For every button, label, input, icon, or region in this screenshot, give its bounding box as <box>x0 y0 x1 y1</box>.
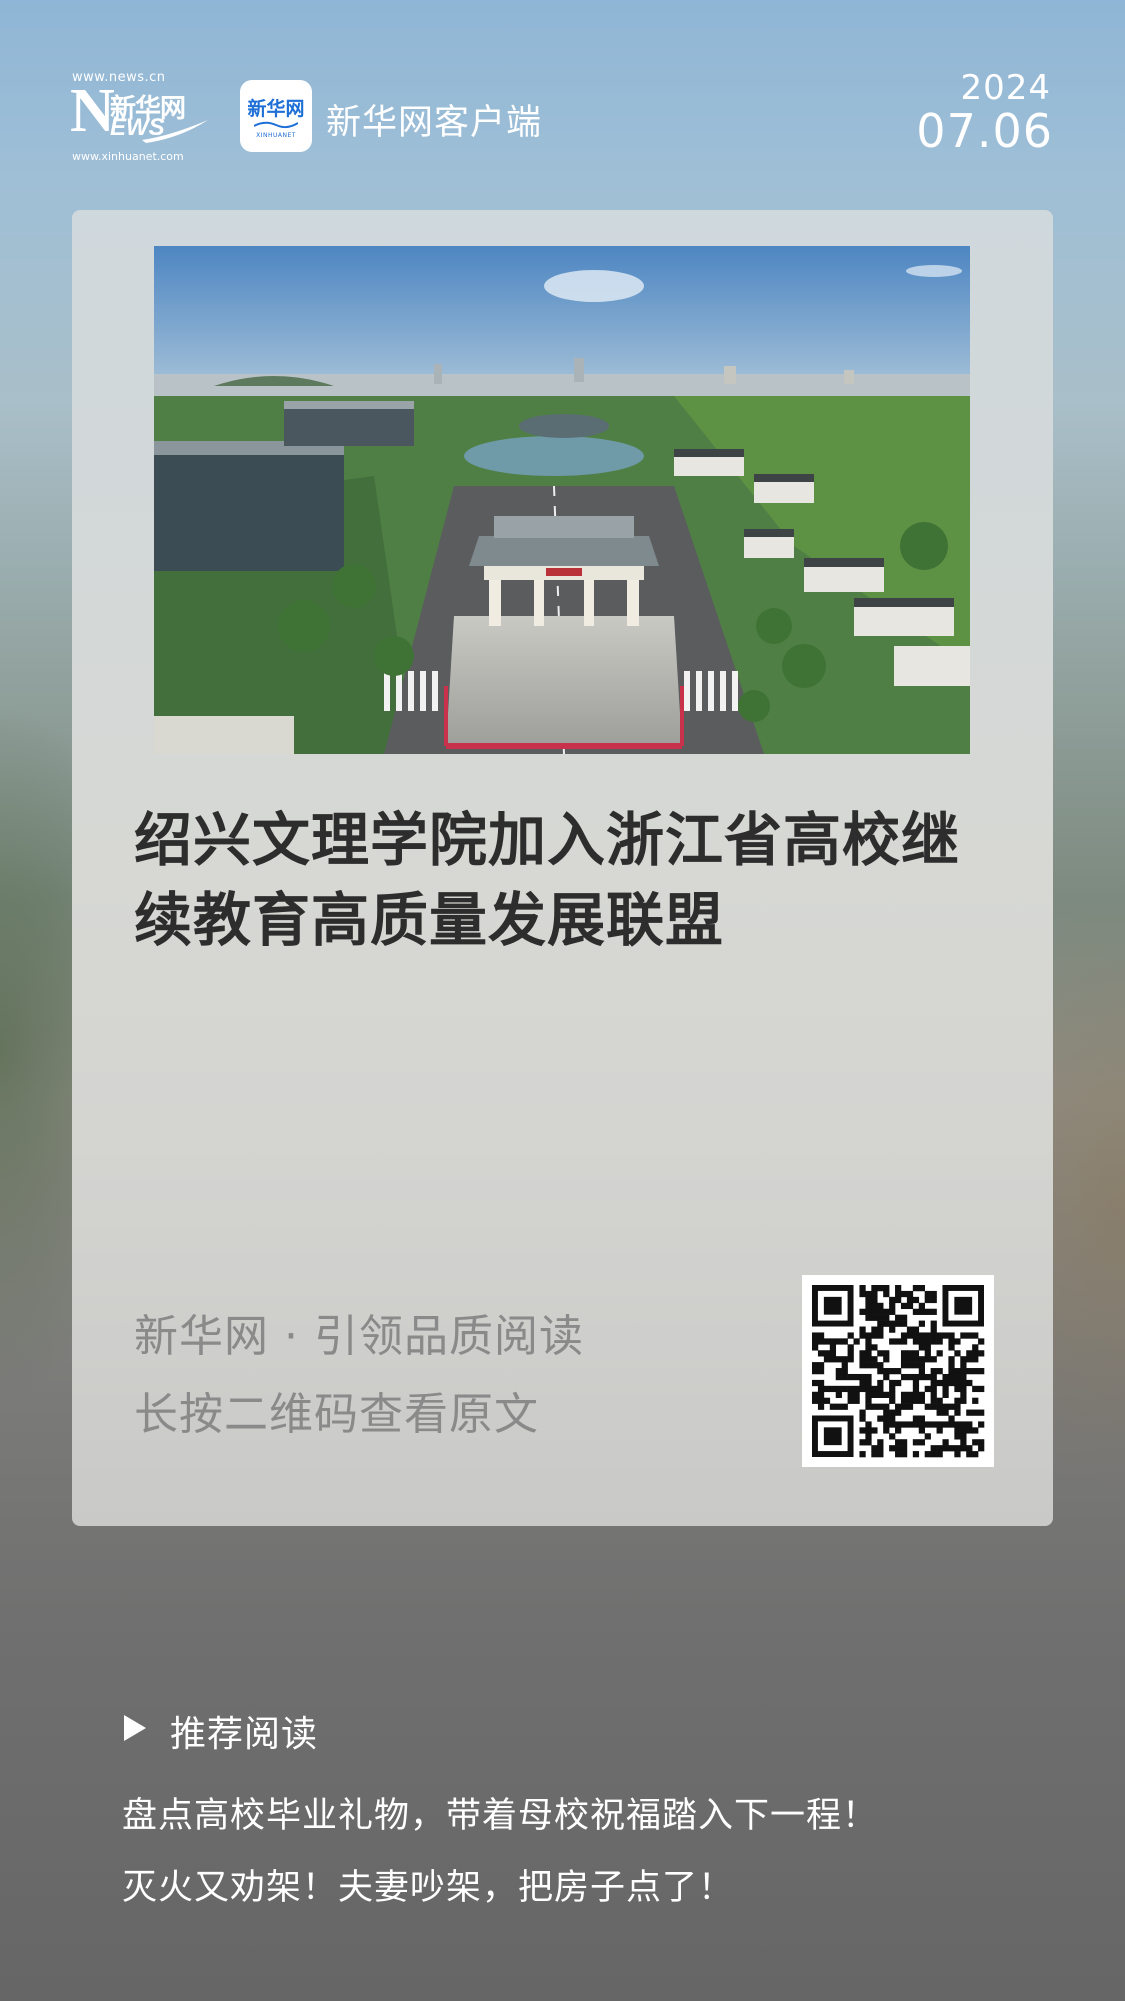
recommended-link-2[interactable]: 灭火又劝架！夫妻吵架，把房子点了！ <box>122 1852 1022 1924</box>
qr-code-pattern <box>812 1285 985 1458</box>
recommended-link-1[interactable]: 盘点高校毕业礼物，带着母校祝福踏入下一程！ <box>122 1780 1022 1852</box>
date-month-day: 07.06 <box>916 104 1053 158</box>
campus-aerial-photo <box>154 246 970 754</box>
xinhuanet-news-logo: www.news.cn N 新华网 EWS www.xinhuanet.com <box>70 70 210 163</box>
slogan-text: 新华网 · 引领品质阅读 <box>134 1311 584 1362</box>
logo-swoosh-icon <box>142 120 208 143</box>
app-icon-wave-icon <box>254 121 298 129</box>
app-icon-cn-text: 新华网 <box>247 98 305 120</box>
recommended-heading: 推荐阅读 <box>170 1714 319 1755</box>
qr-hint-text: 长按二维码查看原文 <box>134 1389 539 1440</box>
logo-big-letter: N <box>70 77 115 145</box>
app-name: 新华网客户端 <box>326 103 543 143</box>
play-arrow-icon <box>124 1715 146 1741</box>
logo-url-bottom: www.xinhuanet.com <box>72 150 184 163</box>
hero-image[interactable] <box>154 246 970 754</box>
article-card[interactable]: 绍兴文理学院加入浙江省高校继续教育高质量发展联盟 新华网 · 引领品质阅读 长按… <box>72 210 1053 1526</box>
article-title[interactable]: 绍兴文理学院加入浙江省高校继续教育高质量发展联盟 <box>134 800 1004 960</box>
date-year: 2024 <box>960 68 1051 108</box>
app-icon: 新华网 XINHUANET <box>240 80 312 152</box>
header: www.news.cn N 新华网 EWS www.xinhuanet.com … <box>0 0 1125 200</box>
recommended-list: 盘点高校毕业礼物，带着母校祝福踏入下一程！ 灭火又劝架！夫妻吵架，把房子点了！ <box>122 1780 1022 1924</box>
qr-code[interactable] <box>802 1275 994 1467</box>
app-icon-en-text: XINHUANET <box>256 132 296 139</box>
